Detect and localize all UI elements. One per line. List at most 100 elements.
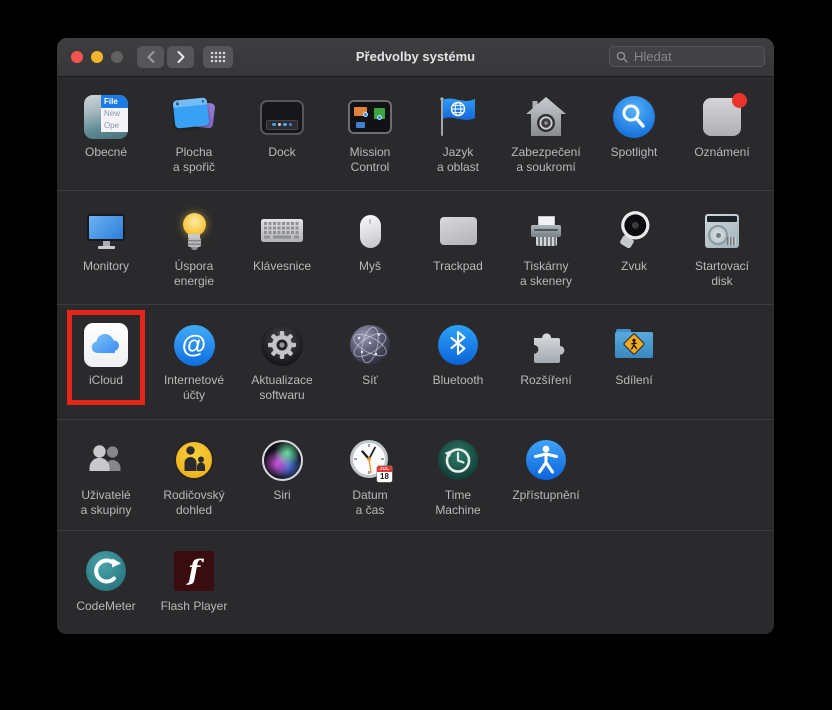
pref-keyboard[interactable]: Klávesnice bbox=[238, 191, 326, 274]
pref-energy-saver[interactable]: Úspora energie bbox=[150, 191, 238, 288]
pref-trackpad[interactable]: Trackpad bbox=[414, 191, 502, 274]
siri-icon bbox=[259, 437, 305, 483]
forward-button[interactable] bbox=[167, 46, 194, 68]
pref-label: Sdílení bbox=[615, 373, 652, 388]
mouse-icon bbox=[347, 208, 393, 254]
pref-security-privacy[interactable]: Zabezpečení a soukromí bbox=[502, 77, 590, 174]
pref-label: Startovací disk bbox=[695, 259, 749, 288]
pref-startup-disk[interactable]: Startovací disk bbox=[678, 191, 766, 288]
dock-icon bbox=[259, 94, 305, 140]
users-groups-icon bbox=[83, 437, 129, 483]
search-field[interactable] bbox=[609, 46, 765, 67]
pref-general[interactable]: File NewOpe Obecné bbox=[62, 77, 150, 160]
pref-label: Trackpad bbox=[433, 259, 483, 274]
prefs-row-4: Uživatelé a skupiny Rodičovský dohled bbox=[57, 419, 774, 530]
bluetooth-icon bbox=[435, 322, 481, 368]
pref-icloud[interactable]: iCloud bbox=[62, 305, 150, 388]
prefs-row-2: Monitory Úspora energie bbox=[57, 190, 774, 304]
pref-label: Tiskárny a skenery bbox=[520, 259, 572, 288]
traffic-lights bbox=[71, 51, 123, 63]
prefs-row-1: File NewOpe Obecné Plocha a spořič Dock … bbox=[57, 77, 774, 190]
general-icon: File NewOpe bbox=[83, 94, 129, 140]
pref-label: Rodičovský dohled bbox=[163, 488, 224, 517]
pref-software-update[interactable]: Aktualizace softwaru bbox=[238, 305, 326, 402]
back-button[interactable] bbox=[137, 46, 164, 68]
pref-codemeter[interactable]: CodeMeter bbox=[62, 531, 150, 614]
icloud-icon bbox=[83, 322, 129, 368]
flash-player-icon: f bbox=[171, 548, 217, 594]
pref-network[interactable]: Síť bbox=[326, 305, 414, 388]
parental-controls-icon bbox=[171, 437, 217, 483]
extensions-icon bbox=[523, 322, 569, 368]
search-icon bbox=[616, 51, 628, 63]
pref-language-region[interactable]: Jazyk a oblast bbox=[414, 77, 502, 174]
pref-label: Zpřístupnění bbox=[512, 488, 579, 503]
pref-bluetooth[interactable]: Bluetooth bbox=[414, 305, 502, 388]
sharing-icon bbox=[611, 322, 657, 368]
chevron-left-icon bbox=[145, 50, 157, 64]
pref-accessibility[interactable]: Zpřístupnění bbox=[502, 420, 590, 503]
pref-siri[interactable]: Siri bbox=[238, 420, 326, 503]
pref-label: Myš bbox=[359, 259, 381, 274]
pref-label: Mission Control bbox=[350, 145, 391, 174]
keyboard-icon bbox=[259, 208, 305, 254]
grid-icon bbox=[210, 51, 226, 63]
sound-icon bbox=[611, 208, 657, 254]
pref-label: CodeMeter bbox=[76, 599, 135, 614]
pref-label: Dock bbox=[268, 145, 295, 160]
pref-sound[interactable]: Zvuk bbox=[590, 191, 678, 274]
minimize-button[interactable] bbox=[91, 51, 103, 63]
pref-label: Rozšíření bbox=[520, 373, 571, 388]
pref-parental-controls[interactable]: Rodičovský dohled bbox=[150, 420, 238, 517]
close-button[interactable] bbox=[71, 51, 83, 63]
printers-scanners-icon bbox=[523, 208, 569, 254]
pref-label: Oznámení bbox=[694, 145, 749, 160]
pref-label: Úspora energie bbox=[174, 259, 214, 288]
security-privacy-icon bbox=[523, 94, 569, 140]
pref-label: Klávesnice bbox=[253, 259, 311, 274]
pref-dock[interactable]: Dock bbox=[238, 77, 326, 160]
accessibility-icon bbox=[523, 437, 569, 483]
pref-time-machine[interactable]: Time Machine bbox=[414, 420, 502, 517]
zoom-button bbox=[111, 51, 123, 63]
pref-label: Jazyk a oblast bbox=[437, 145, 479, 174]
pref-label: Internetové účty bbox=[164, 373, 224, 402]
trackpad-icon bbox=[435, 208, 481, 254]
network-icon bbox=[347, 322, 393, 368]
notifications-icon bbox=[699, 94, 745, 140]
chevron-right-icon bbox=[175, 50, 187, 64]
pref-extensions[interactable]: Rozšíření bbox=[502, 305, 590, 388]
pref-label: Spotlight bbox=[611, 145, 658, 160]
pref-mission-control[interactable]: Mission Control bbox=[326, 77, 414, 174]
pref-label: Monitory bbox=[83, 259, 129, 274]
titlebar[interactable]: Předvolby systému bbox=[57, 38, 774, 77]
pref-users-groups[interactable]: Uživatelé a skupiny bbox=[62, 420, 150, 517]
pref-label: Siri bbox=[273, 488, 290, 503]
pref-internet-accounts[interactable]: @ Internetové účty bbox=[150, 305, 238, 402]
pref-label: Time Machine bbox=[435, 488, 480, 517]
pref-label: Síť bbox=[362, 373, 378, 388]
system-preferences-window: Předvolby systému File NewOpe Obecné Pl bbox=[57, 38, 774, 634]
pref-spotlight[interactable]: Spotlight bbox=[590, 77, 678, 160]
show-all-button[interactable] bbox=[203, 46, 233, 68]
pref-mouse[interactable]: Myš bbox=[326, 191, 414, 274]
pref-notifications[interactable]: Oznámení bbox=[678, 77, 766, 160]
pref-label: iCloud bbox=[89, 373, 123, 388]
pref-sharing[interactable]: Sdílení bbox=[590, 305, 678, 388]
software-update-icon bbox=[259, 322, 305, 368]
pref-flash-player[interactable]: f Flash Player bbox=[150, 531, 238, 614]
pref-label: Aktualizace softwaru bbox=[251, 373, 312, 402]
pref-printers-scanners[interactable]: Tiskárny a skenery bbox=[502, 191, 590, 288]
displays-icon bbox=[83, 208, 129, 254]
search-input[interactable] bbox=[632, 48, 758, 65]
time-machine-icon bbox=[435, 437, 481, 483]
prefs-row-3: iCloud @ Internetové účty bbox=[57, 304, 774, 419]
pref-date-time[interactable]: JUL 18 Datum a čas bbox=[326, 420, 414, 517]
startup-disk-icon bbox=[699, 208, 745, 254]
pref-displays[interactable]: Monitory bbox=[62, 191, 150, 274]
pref-label: Plocha a spořič bbox=[173, 145, 215, 174]
pref-desktop-screensaver[interactable]: Plocha a spořič bbox=[150, 77, 238, 174]
desktop-screensaver-icon bbox=[171, 94, 217, 140]
spotlight-icon bbox=[611, 94, 657, 140]
internet-accounts-icon: @ bbox=[171, 322, 217, 368]
